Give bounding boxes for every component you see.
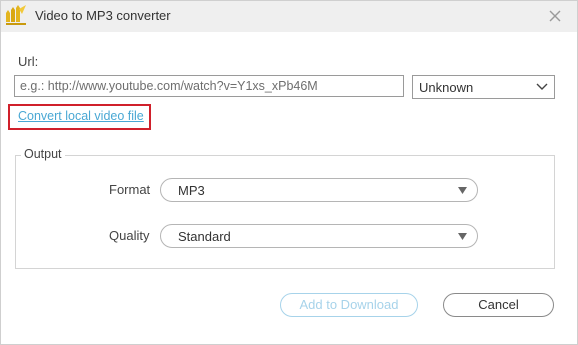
app-logo-icon — [6, 5, 26, 25]
url-input[interactable] — [14, 75, 404, 97]
format-label: Format — [109, 182, 151, 197]
close-icon[interactable] — [545, 6, 565, 26]
quality-select[interactable]: Standard — [160, 224, 478, 248]
format-select[interactable]: MP3 — [160, 178, 478, 202]
format-value: MP3 — [178, 183, 205, 198]
quality-label: Quality — [109, 228, 150, 243]
url-label: Url: — [18, 54, 39, 69]
window-title: Video to MP3 converter — [35, 8, 171, 23]
output-legend: Output — [21, 147, 65, 161]
convert-local-video-link[interactable]: Convert local video file — [18, 109, 144, 123]
converter-dialog: Video to MP3 converter Url: Unknown Conv… — [0, 0, 578, 345]
title-bar: Video to MP3 converter — [1, 1, 577, 32]
add-to-download-button[interactable]: Add to Download — [280, 293, 418, 317]
quality-value: Standard — [178, 229, 231, 244]
triangle-down-icon — [458, 187, 467, 194]
triangle-down-icon — [458, 233, 467, 240]
cancel-button[interactable]: Cancel — [443, 293, 554, 317]
media-type-select[interactable]: Unknown — [412, 75, 555, 99]
chevron-down-icon — [536, 83, 548, 90]
media-type-value: Unknown — [419, 80, 474, 95]
output-group — [15, 155, 555, 269]
